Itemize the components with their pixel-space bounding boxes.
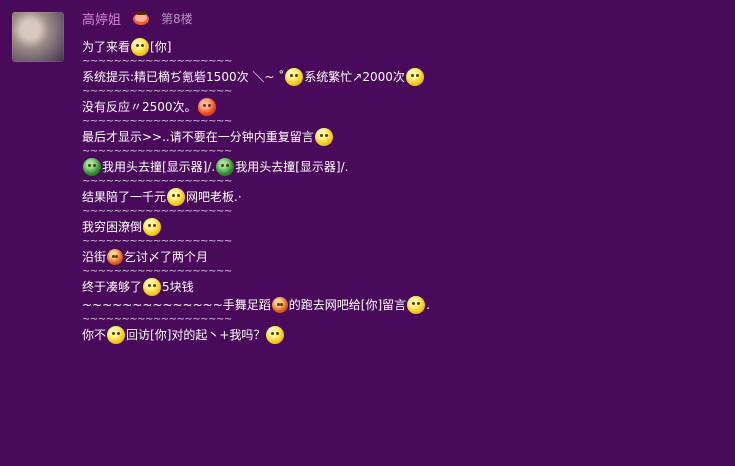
separator: ~~~~~~~~~~~~~~~~~~~ — [82, 176, 232, 187]
content-line: 没有反应〃2500次。 — [82, 98, 702, 116]
line-text: ~~~~~~~~~~~~~~手舞足蹈 — [82, 298, 271, 312]
content-line: 我穷困潦倒 — [82, 218, 702, 236]
separator: ~~~~~~~~~~~~~~~~~~~ — [82, 116, 232, 127]
separator: ~~~~~~~~~~~~~~~~~~~ — [82, 266, 232, 277]
author-name[interactable]: 高婷姐 — [82, 9, 121, 28]
separator: ~~~~~~~~~~~~~~~~~~~ — [82, 236, 232, 247]
smirk-smiley-icon — [143, 278, 162, 296]
separator: ~~~~~~~~~~~~~~~~~~~ — [82, 206, 232, 217]
annoyed-smiley-icon — [314, 128, 333, 146]
line-text: 乞讨〆了两个月 — [124, 250, 209, 264]
post-header: 高婷姐 第8楼 — [82, 8, 193, 28]
separator: ~~~~~~~~~~~~~~~~~~~ — [82, 56, 232, 67]
penguin-icon — [271, 297, 288, 313]
content-line: 终于凑够了 5块钱 — [82, 278, 702, 296]
worried-smiley-icon — [405, 68, 424, 86]
sunglasses-smiley-icon — [266, 326, 285, 344]
line-text: 系统繁忙↗2000次 — [304, 70, 405, 84]
line-text: 回访[你]对的起丶+我吗？ — [126, 328, 266, 342]
confused-smiley-icon — [407, 296, 426, 314]
separator: ~~~~~~~~~~~~~~~~~~~ — [82, 86, 232, 97]
floor-number: 第8楼 — [161, 11, 193, 26]
line-text: 5块钱 — [162, 280, 194, 294]
line-text: 我用头去撞[显示器]/. — [102, 160, 216, 174]
angry-smiley-icon — [197, 98, 216, 116]
separator: ~~~~~~~~~~~~~~~~~~~ — [82, 146, 232, 157]
separator: ~~~~~~~~~~~~~~~~~~~ — [82, 314, 232, 325]
content-line: 为了来看 [你] — [82, 38, 702, 56]
content-line: 沿街 乞讨〆了两个月 — [82, 248, 702, 266]
line-text: 沿街 — [82, 250, 107, 264]
content-line: 结果陪了一千元 网吧老板.· — [82, 188, 702, 206]
line-text: 系统提示:精已樀ぢ氪砦1500次 ＼~ ˚ — [82, 70, 285, 84]
line-text: 终于凑够了 — [82, 280, 143, 294]
content-line: 最后才显示>>..请不要在一分钟内重复留言 — [82, 128, 702, 146]
line-text: 我穷困潦倒 — [82, 220, 143, 234]
post-content: 为了来看 [你] ~~~~~~~~~~~~~~~~~~~ 系统提示:精已樀ぢ氪砦… — [82, 38, 702, 344]
line-text: 为了来看 — [82, 40, 131, 54]
level-badge-icon — [133, 12, 150, 25]
line-text: 你不 — [82, 328, 107, 342]
line-text: 结果陪了一千元 — [82, 190, 167, 204]
line-text: 的跑去网吧给[你]留言 — [288, 298, 407, 312]
content-line: 我用头去撞[显示器]/. 我用头去撞[显示器]/. — [82, 158, 702, 176]
sweat-smiley-icon — [131, 38, 150, 56]
turtle-icon — [216, 158, 235, 176]
penguin-icon — [107, 249, 124, 265]
shocked-smiley-icon — [167, 188, 186, 206]
line-text: 我用头去撞[显示器]/. — [235, 160, 349, 174]
line-text: 网吧老板.· — [186, 190, 242, 204]
content-line: ~~~~~~~~~~~~~~手舞足蹈 的跑去网吧给[你]留言 . — [82, 296, 702, 314]
content-line: 你不 回访[你]对的起丶+我吗？ — [82, 326, 702, 344]
line-text: 最后才显示>>..请不要在一分钟内重复留言 — [82, 130, 314, 144]
crying-smiley-icon — [143, 218, 162, 236]
line-text: . — [426, 298, 430, 312]
laugh-smiley-icon — [285, 68, 304, 86]
avatar[interactable] — [12, 12, 64, 62]
turtle-icon — [83, 158, 101, 176]
surprised-smiley-icon — [107, 326, 126, 344]
line-text: 没有反应〃2500次。 — [82, 100, 197, 114]
content-line: 系统提示:精已樀ぢ氪砦1500次 ＼~ ˚ 系统繁忙↗2000次 — [82, 68, 702, 86]
line-text: [你] — [150, 40, 172, 54]
